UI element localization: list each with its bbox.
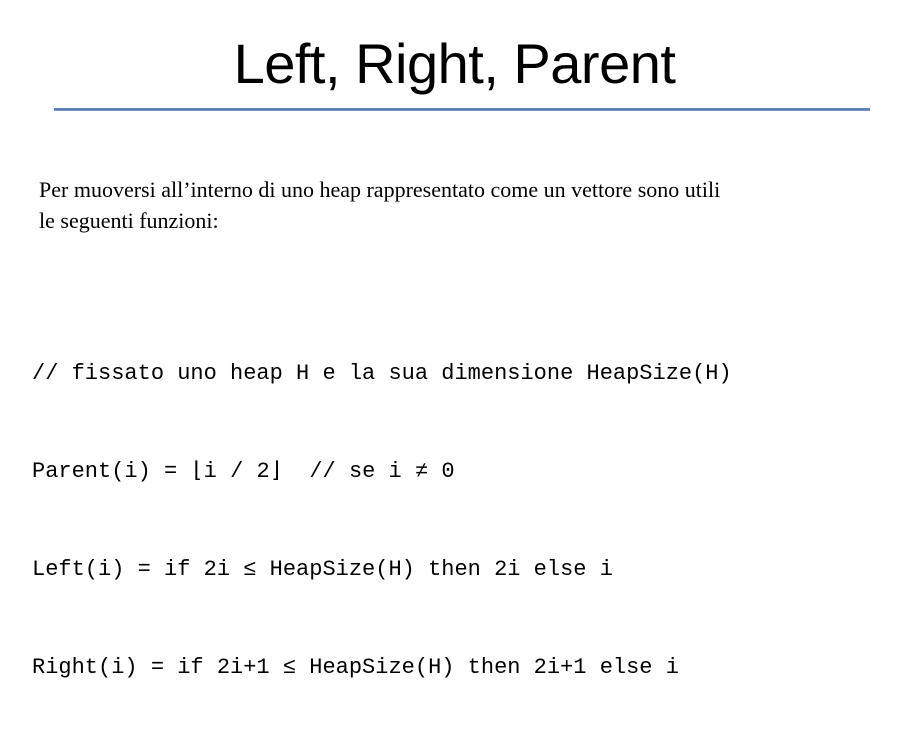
intro-line-2: le seguenti funzioni:	[39, 208, 219, 233]
slide: Left, Right, Parent Per muoversi all’int…	[0, 0, 909, 680]
title-divider	[54, 108, 870, 111]
slide-title: Left, Right, Parent	[233, 32, 676, 95]
code-right-line: Right(i) = if 2i+1 ≤ HeapSize(H) then 2i…	[32, 655, 679, 680]
code-parent-line: Parent(i) = ⌊i / 2⌋ // se i ≠ 0	[32, 459, 455, 484]
intro-paragraph: Per muoversi all’interno di uno heap rap…	[39, 174, 879, 236]
code-left-line: Left(i) = if 2i ≤ HeapSize(H) then 2i el…	[32, 557, 613, 582]
code-block: // fissato uno heap H e la sua dimension…	[32, 306, 732, 748]
code-comment-line: // fissato uno heap H e la sua dimension…	[32, 361, 732, 386]
intro-line-1: Per muoversi all’interno di uno heap rap…	[39, 177, 721, 202]
